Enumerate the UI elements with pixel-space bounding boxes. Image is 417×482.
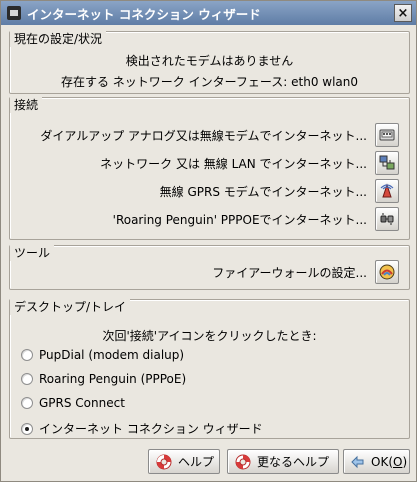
dialup-button[interactable] — [375, 123, 399, 147]
radio-label-pupdial: PupDial (modem dialup) — [39, 348, 185, 362]
connect-title: 接続 — [10, 97, 43, 113]
lifebuoy-icon — [154, 452, 174, 472]
dialup-row: ダイアルアップ アナログ又は無線モデムでインターネット... — [40, 122, 399, 148]
radio-label-wizard: インターネット コネクション ウィザード — [39, 422, 263, 436]
radio-roaring-penguin[interactable] — [21, 373, 33, 385]
ok-label: OK(O) — [371, 455, 407, 469]
ok-prefix: OK( — [371, 454, 393, 469]
firewall-label: ファイアーウォールの設定... — [212, 265, 367, 280]
dialup-icon — [379, 129, 395, 141]
close-icon: × — [397, 5, 409, 21]
desktop-title: デスクトップ/トレイ — [10, 299, 131, 315]
pppoe-row: 'Roaring Penguin' PPPOEでインターネット... — [113, 206, 399, 232]
status-title: 現在の設定/状況 — [10, 31, 107, 47]
gprs-row: 無線 GPRS モデムでインターネット... — [160, 178, 399, 204]
back-arrow-icon — [349, 452, 367, 472]
window-menu-icon[interactable] — [7, 6, 21, 20]
radio-label-roaring-penguin: Roaring Penguin (PPPoE) — [39, 372, 187, 386]
network-row: ネットワーク 又は 無線 LAN でインターネット... — [100, 150, 399, 176]
radio-wizard[interactable] — [21, 422, 33, 435]
ok-suffix: ) — [402, 454, 408, 469]
window-title: インターネット コネクション ウィザード — [27, 6, 261, 22]
pppoe-button[interactable] — [375, 207, 399, 231]
radio-pupdial[interactable] — [21, 349, 33, 361]
network-icon — [379, 155, 395, 170]
more-help-button[interactable]: 更なるヘルプ — [227, 449, 339, 474]
radio-option-wizard[interactable]: インターネット コネクション ウィザード — [21, 420, 263, 437]
firewall-icon — [379, 264, 395, 280]
radio-option-pupdial[interactable]: PupDial (modem dialup) — [21, 348, 184, 362]
status-line-1: 検出されたモデムはありません — [125, 54, 294, 68]
more-help-label: 更なるヘルプ — [257, 455, 330, 469]
status-group: 現在の設定/状況 検出されたモデムはありません 存在する ネットワーク インター… — [9, 31, 410, 94]
tools-title: ツール — [10, 245, 55, 261]
desktop-intro: 次回'接続'アイコンをクリックしたとき: — [102, 329, 317, 343]
plug-icon — [380, 213, 394, 225]
network-button[interactable] — [375, 151, 399, 175]
help-label: ヘルプ — [178, 455, 215, 469]
status-line-2: 存在する ネットワーク インターフェース: eth0 wlan0 — [60, 75, 359, 89]
radio-option-gprs[interactable]: GPRS Connect — [21, 396, 125, 410]
radio-label-gprs: GPRS Connect — [39, 396, 125, 410]
radio-gprs[interactable] — [21, 397, 33, 409]
firewall-row: ファイアーウォールの設定... — [212, 259, 399, 285]
firewall-button[interactable] — [375, 260, 399, 284]
help-button[interactable]: ヘルプ — [148, 449, 220, 474]
more-help-lifebuoy-icon — [233, 452, 253, 472]
antenna-icon — [380, 183, 394, 198]
gprs-label: 無線 GPRS モデムでインターネット... — [159, 184, 367, 199]
close-button[interactable]: × — [394, 4, 412, 22]
pppoe-label: 'Roaring Penguin' PPPOEでインターネット... — [112, 212, 367, 227]
dialup-label: ダイアルアップ アナログ又は無線モデムでインターネット... — [40, 128, 367, 143]
desktop-tray-group: デスクトップ/トレイ 次回'接続'アイコンをクリックしたとき: PupDial … — [9, 299, 410, 439]
title-bar[interactable]: インターネット コネクション ウィザード × — [1, 1, 416, 25]
wizard-window: インターネット コネクション ウィザード × 現在の設定/状況 検出されたモデム… — [0, 0, 417, 482]
network-label: ネットワーク 又は 無線 LAN でインターネット... — [100, 156, 367, 171]
tools-group: ツール ファイアーウォールの設定... — [9, 245, 410, 290]
connect-group: 接続 ダイアルアップ アナログ又は無線モデムでインターネット... ネットワーク… — [9, 97, 410, 240]
gprs-button[interactable] — [375, 179, 399, 203]
ok-button[interactable]: OK(O) — [343, 449, 410, 474]
radio-option-roaring-penguin[interactable]: Roaring Penguin (PPPoE) — [21, 372, 186, 386]
